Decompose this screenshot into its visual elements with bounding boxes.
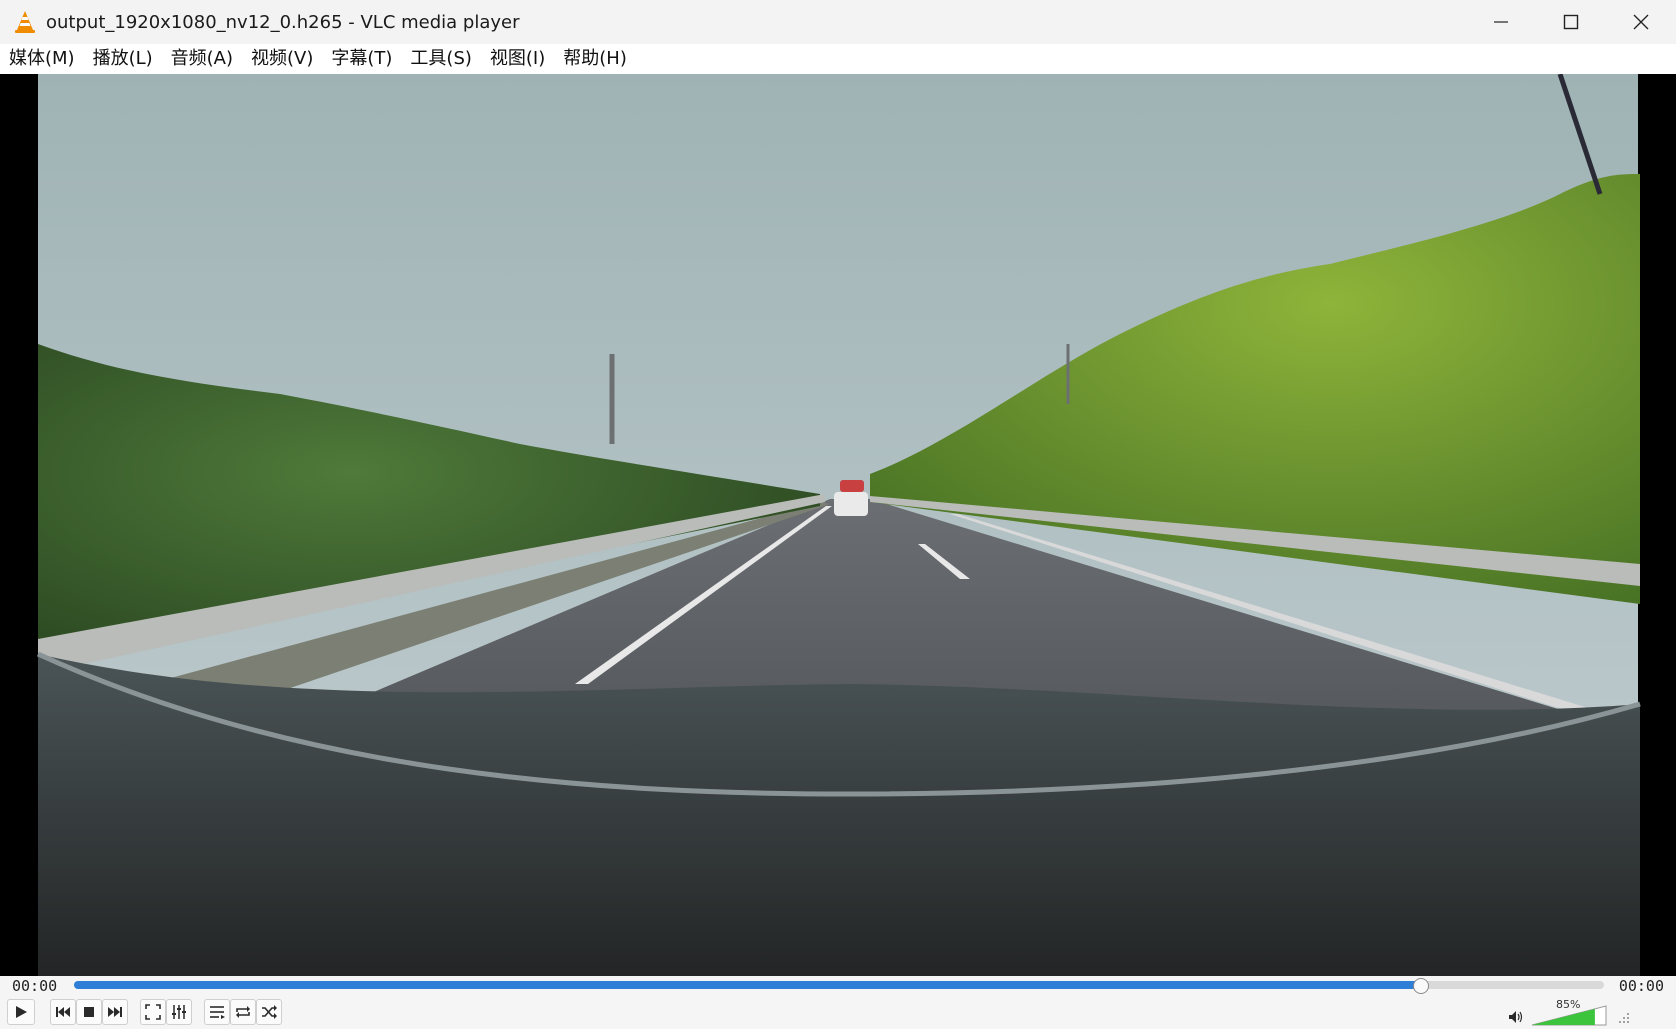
loop-button[interactable] xyxy=(230,999,256,1025)
timeline-bar: 00:00 00:00 xyxy=(0,976,1676,996)
stop-button[interactable] xyxy=(76,999,102,1025)
loop-icon xyxy=(236,1006,250,1018)
title-bar[interactable]: output_1920x1080_nv12_0.h265 - VLC media… xyxy=(0,0,1676,44)
menu-playback[interactable]: 播放(L) xyxy=(84,44,162,74)
video-display[interactable] xyxy=(0,74,1676,976)
menu-bar: 媒体(M) 播放(L) 音频(A) 视频(V) 字幕(T) 工具(S) 视图(I… xyxy=(0,44,1676,74)
vlc-cone-icon xyxy=(10,7,40,37)
control-bar: 85% xyxy=(0,996,1676,1029)
menu-subtitle[interactable]: 字幕(T) xyxy=(322,44,401,74)
menu-view[interactable]: 视图(I) xyxy=(481,44,554,74)
seek-slider[interactable] xyxy=(74,978,1604,994)
play-icon xyxy=(16,1006,27,1018)
equalizer-icon xyxy=(172,1005,186,1019)
menu-media[interactable]: 媒体(M) xyxy=(0,44,84,74)
dashcam-video-frame xyxy=(0,74,1676,976)
menu-tools[interactable]: 工具(S) xyxy=(401,44,480,74)
stop-icon xyxy=(84,1007,94,1017)
previous-button[interactable] xyxy=(50,999,76,1025)
speaker-icon[interactable] xyxy=(1508,1010,1524,1024)
playlist-button[interactable] xyxy=(204,999,230,1025)
fullscreen-icon xyxy=(145,1004,161,1020)
skip-forward-icon xyxy=(108,1007,122,1017)
fullscreen-button[interactable] xyxy=(140,999,166,1025)
close-icon xyxy=(1633,14,1649,30)
time-total: 00:00 xyxy=(1618,977,1664,995)
vlc-window: output_1920x1080_nv12_0.h265 - VLC media… xyxy=(0,0,1676,1029)
seek-progress xyxy=(74,981,1421,989)
maximize-button[interactable] xyxy=(1536,0,1606,44)
seek-handle[interactable] xyxy=(1413,978,1430,994)
minimize-button[interactable] xyxy=(1466,0,1536,44)
playlist-icon xyxy=(210,1006,225,1019)
resize-grip-icon[interactable] xyxy=(1618,1012,1630,1024)
skip-back-icon xyxy=(56,1007,70,1017)
minimize-icon xyxy=(1494,21,1508,23)
menu-audio[interactable]: 音频(A) xyxy=(162,44,242,74)
menu-help[interactable]: 帮助(H) xyxy=(554,44,636,74)
maximize-icon xyxy=(1563,14,1579,30)
volume-slider[interactable] xyxy=(1530,1004,1608,1026)
close-button[interactable] xyxy=(1606,0,1676,44)
menu-video[interactable]: 视频(V) xyxy=(242,44,322,74)
next-button[interactable] xyxy=(102,999,128,1025)
extended-settings-button[interactable] xyxy=(166,999,192,1025)
shuffle-icon xyxy=(262,1005,277,1019)
shuffle-button[interactable] xyxy=(256,999,282,1025)
play-button[interactable] xyxy=(7,999,35,1025)
volume-control[interactable]: 85% xyxy=(1508,998,1658,1028)
window-title: output_1920x1080_nv12_0.h265 - VLC media… xyxy=(46,11,520,33)
time-elapsed: 00:00 xyxy=(12,977,58,995)
